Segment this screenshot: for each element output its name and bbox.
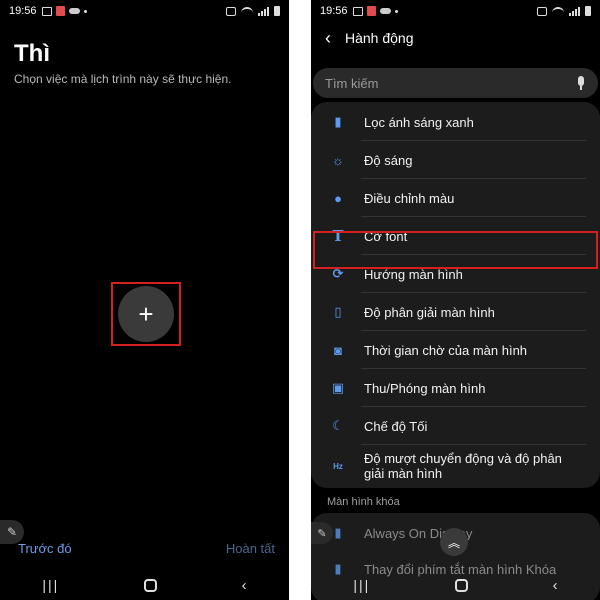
back-nav-icon[interactable]: ‹ [553,577,558,594]
wifi-icon [241,7,253,15]
gallery-notification-icon [352,6,363,16]
header: ‹ Hành động [311,26,600,50]
brightness-icon: ☼ [332,152,344,168]
list-item-screen-zoom[interactable]: ▣ Thu/Phóng màn hình [311,369,600,407]
mic-icon[interactable] [576,76,586,90]
list-item-color-adjust[interactable]: ● Điều chỉnh màu [311,179,600,217]
always-on-display-icon: ▮ [334,525,342,540]
back-nav-icon[interactable]: ‹ [242,577,247,594]
done-button[interactable]: Hoàn tất [226,541,275,556]
highlight-box [313,231,598,269]
gallery-notification-icon [41,6,52,16]
palette-icon: ● [334,190,342,206]
list-item-motion-smoothness[interactable]: Hz Độ mượt chuyển động và độ phân giải m… [311,445,600,487]
screen-timeout-icon: ◙ [334,342,342,358]
recent-apps-icon[interactable]: ||| [42,577,59,593]
more-notifications-icon [394,9,398,13]
app-notification-icon [366,6,376,16]
status-time: 19:56 [320,5,348,17]
more-notifications-icon [83,9,87,13]
status-bar: 19:56 [0,0,289,22]
mute-icon [226,6,236,16]
recent-apps-icon[interactable]: ||| [353,577,370,593]
screen-rotation-icon: ⟳ [332,266,344,281]
actions-list: ▮ Lọc ánh sáng xanh ☼ Độ sáng ● Điều chỉ… [311,102,600,488]
list-item-dark-mode[interactable]: ☾ Chế độ Tối [311,407,600,445]
right-screen: 19:56 ‹ Hành động ▮ Lọc ánh sáng xanh ☼ [311,0,600,600]
signal-icon [569,6,580,16]
navigation-bar: ||| ‹ [311,572,600,598]
search-bar[interactable] [313,68,598,98]
motion-smoothness-icon: Hz [333,461,343,471]
list-item-blue-light-filter[interactable]: ▮ Lọc ánh sáng xanh [311,103,600,141]
battery-icon [274,6,280,16]
signal-icon [258,6,269,16]
navigation-bar: ||| ‹ [0,572,289,598]
highlight-box [111,282,181,346]
screen-resolution-icon: ▯ [334,304,342,319]
dark-mode-icon: ☾ [332,418,344,433]
page-subtitle: Chọn việc mà lịch trình này sẽ thực hiện… [14,72,232,86]
scroll-to-top-button[interactable]: ︽ [440,528,468,556]
page-title: Hành động [345,30,414,46]
edit-pencil-icon[interactable]: ✎ [311,522,333,544]
search-input[interactable] [325,75,576,91]
cloud-icon [379,8,391,14]
list-item-screen-timeout[interactable]: ◙ Thời gian chờ của màn hình [311,331,600,369]
list-item-screen-resolution[interactable]: ▯ Độ phân giải màn hình [311,293,600,331]
blue-light-filter-icon: ▮ [334,114,342,129]
list-item-brightness[interactable]: ☼ Độ sáng [311,141,600,179]
screen-zoom-icon: ▣ [331,380,345,395]
left-screen: 19:56 Thì Chọn việc mà lịch trình này sẽ… [0,0,289,600]
home-icon[interactable] [454,578,468,592]
status-time: 19:56 [9,5,37,17]
app-notification-icon [55,6,65,16]
wifi-icon [552,7,564,15]
back-arrow-icon[interactable]: ‹ [325,28,331,49]
previous-button[interactable]: Trước đó [18,541,72,556]
mute-icon [537,6,547,16]
battery-icon [585,6,591,16]
cloud-icon [68,8,80,14]
home-icon[interactable] [143,578,157,592]
page-title: Thì [14,40,50,67]
status-bar: 19:56 [311,0,600,22]
section-header-lock-screen: Màn hình khóa [327,496,400,508]
